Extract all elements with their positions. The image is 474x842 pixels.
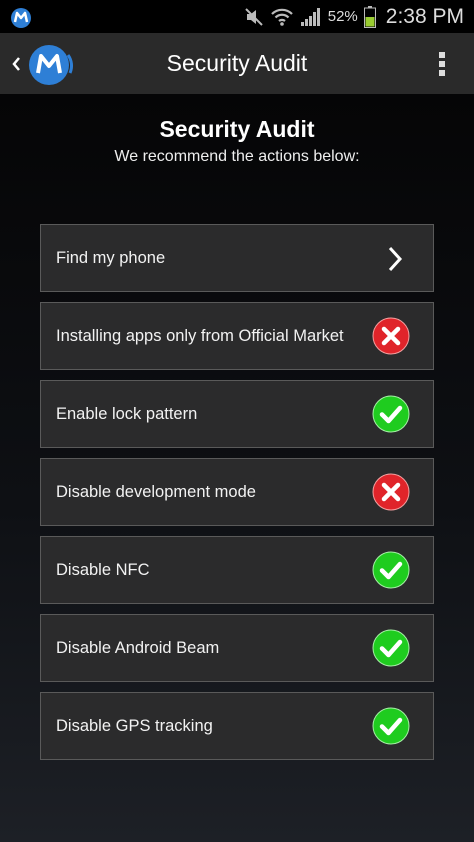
status-bar: 52% 2:38 PM: [0, 0, 474, 33]
page-heading: Security Audit: [159, 116, 315, 142]
green-check-icon: [372, 395, 410, 433]
green-check-icon: [372, 551, 410, 589]
security-audit-content: Security Audit We recommend the actions …: [0, 94, 474, 842]
wifi-icon: [270, 8, 293, 26]
red-x-icon: [372, 473, 410, 511]
app-logo-icon[interactable]: [24, 39, 78, 89]
overflow-menu-button[interactable]: [430, 33, 454, 94]
signal-icon: [300, 7, 320, 26]
audit-item-development-mode[interactable]: Disable development mode: [40, 458, 434, 526]
status-clock: 2:38 PM: [385, 4, 464, 28]
audit-item-gps-tracking[interactable]: Disable GPS tracking: [40, 692, 434, 760]
status-icons: 52% 2:38 PM: [244, 0, 464, 33]
mute-icon: [245, 7, 263, 26]
audit-item-label: Disable Android Beam: [56, 639, 220, 657]
battery-icon: [363, 5, 376, 28]
audit-item-lock-pattern[interactable]: Enable lock pattern: [40, 380, 434, 448]
battery-percent: 52%: [327, 8, 358, 25]
audit-item-android-beam[interactable]: Disable Android Beam: [40, 614, 434, 682]
overflow-menu-icon: [439, 51, 445, 76]
red-x-icon: [372, 317, 410, 355]
audit-item-label: Disable NFC: [56, 561, 150, 579]
audit-item-label: Enable lock pattern: [56, 405, 198, 423]
malwarebytes-notification-icon: [11, 8, 31, 28]
audit-item-label: Installing apps only from Official Marke…: [56, 327, 344, 345]
green-check-icon: [372, 707, 410, 745]
audit-item-find-my-phone[interactable]: Find my phone: [40, 224, 434, 292]
action-bar: Security Audit: [0, 33, 474, 94]
page-subheading: We recommend the actions below:: [114, 148, 360, 165]
audit-item-label: Disable GPS tracking: [56, 717, 213, 735]
back-chevron-icon: [12, 56, 20, 71]
audit-item-label: Disable development mode: [56, 483, 256, 501]
audit-item-label: Find my phone: [56, 249, 166, 267]
audit-list: Find my phone Installing apps only from …: [40, 224, 434, 770]
green-check-icon: [372, 629, 410, 667]
back-button[interactable]: [8, 33, 24, 94]
audit-item-official-market[interactable]: Installing apps only from Official Marke…: [40, 302, 434, 370]
audit-item-nfc[interactable]: Disable NFC: [40, 536, 434, 604]
chevron-right-icon: [388, 246, 403, 272]
